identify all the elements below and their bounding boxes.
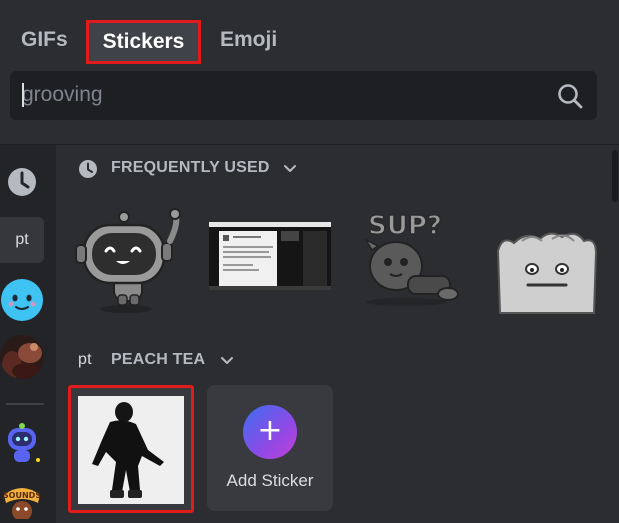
sticker-screenshot[interactable] — [209, 222, 331, 290]
chevron-down-icon[interactable] — [220, 356, 234, 366]
search-input[interactable] — [22, 81, 542, 109]
robot-sticker-icon[interactable] — [0, 422, 44, 466]
section-title: PEACH TEA — [111, 351, 206, 368]
section-peach-tea-header[interactable]: pt PEACH TEA — [78, 349, 238, 373]
svg-text:SOUNDS: SOUNDS — [3, 491, 41, 500]
svg-text:SUP?: SUP? — [368, 211, 442, 241]
sticker-dancer-image — [78, 396, 184, 504]
tab-stickers[interactable]: Stickers — [86, 20, 201, 64]
section-frequently-used-header[interactable]: FREQUENTLY USED — [78, 157, 308, 181]
text-caret — [22, 83, 24, 107]
clock-icon — [79, 160, 97, 178]
search-bar — [10, 71, 597, 120]
pack-abbrev: pt — [78, 351, 92, 368]
tab-gifs[interactable]: GIFs — [21, 26, 68, 54]
add-sticker-label: Add Sticker — [226, 471, 314, 490]
sticker-blob[interactable] — [492, 229, 602, 315]
section-title: FREQUENTLY USED — [111, 159, 270, 176]
smiley-face-icon[interactable] — [0, 278, 44, 322]
add-icon: + — [243, 405, 297, 459]
sticker-dancer[interactable] — [68, 385, 194, 513]
sounds-sticker-icon[interactable]: SOUNDS — [0, 475, 44, 519]
rail-pack-pt[interactable]: pt — [0, 217, 44, 263]
sticker-pack-rail: pt SOUNDS — [0, 145, 56, 523]
add-sticker-button[interactable]: + Add Sticker — [207, 385, 333, 511]
scrollbar-thumb[interactable] — [612, 150, 618, 202]
sticker-robot[interactable] — [74, 205, 184, 315]
rail-divider — [6, 403, 44, 405]
plus-symbol: + — [257, 413, 283, 448]
photo-avatar[interactable] — [0, 335, 44, 379]
clock-icon[interactable] — [3, 163, 47, 207]
picker-tabs: GIFs Stickers Emoji — [0, 0, 619, 64]
sticker-sup[interactable]: SUP? — [358, 204, 462, 308]
tab-emoji[interactable]: Emoji — [220, 26, 277, 54]
chevron-down-icon[interactable] — [283, 164, 297, 174]
header-divider — [0, 144, 619, 145]
search-icon[interactable] — [556, 82, 584, 110]
